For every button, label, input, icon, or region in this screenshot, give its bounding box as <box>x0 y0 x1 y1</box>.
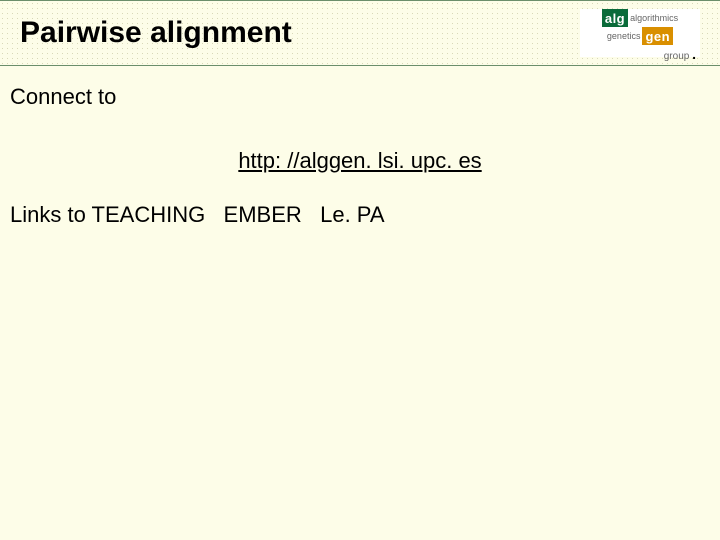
slide-content: Connect to http: //alggen. lsi. upc. es … <box>0 66 720 228</box>
alggen-logo: alg algorithmics genetics gen group . <box>580 9 700 57</box>
logo-alg-box: alg <box>602 9 628 27</box>
alggen-url-link[interactable]: http: //alggen. lsi. upc. es <box>238 148 481 173</box>
logo-gen-box: gen <box>642 27 673 45</box>
logo-algorithmics-label: algorithmics <box>630 13 678 23</box>
connect-to-text: Connect to <box>10 84 710 110</box>
logo-group-label: group <box>664 51 690 62</box>
logo-dot: . <box>692 46 696 62</box>
page-title: Pairwise alignment <box>20 18 292 48</box>
slide-header: Pairwise alignment alg algorithmics gene… <box>0 0 720 66</box>
logo-genetics-label: genetics <box>607 31 641 41</box>
links-text: Links to TEACHING EMBER Le. PA <box>10 202 710 228</box>
